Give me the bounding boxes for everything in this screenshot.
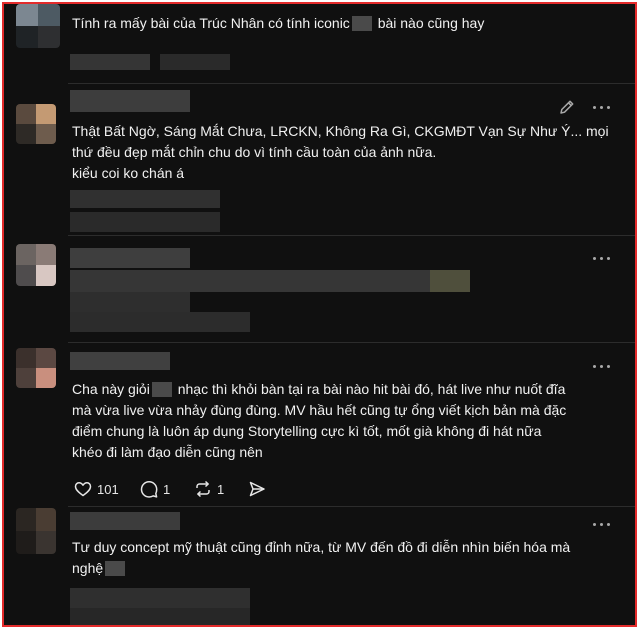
heart-icon (74, 482, 92, 497)
comment-text-part: Tính ra mấy bài của Trúc Nhân có tính ic… (72, 15, 350, 31)
comment-line: Cha này giỏi nhạc thì khỏi bàn tại ra bà… (72, 379, 566, 400)
comment-text: Tư duy concept mỹ thuật cũng đỉnh nữa, t… (72, 537, 570, 579)
divider (68, 83, 635, 84)
username-blurred[interactable] (70, 90, 190, 112)
comment-text: Cha này giỏi nhạc thì khỏi bàn tại ra bà… (72, 379, 566, 463)
blurred-content (70, 270, 430, 292)
share-icon (249, 481, 265, 497)
blurred-content (70, 190, 220, 208)
more-icon[interactable] (592, 103, 612, 113)
redacted-word (151, 382, 172, 397)
divider (68, 506, 635, 507)
comment-line: mà vừa live vừa nhảy đùng đùng. MV hầu h… (72, 402, 567, 418)
edit-pencil-icon[interactable] (558, 98, 576, 116)
screenshot-frame: Tính ra mấy bài của Trúc Nhân có tính ic… (2, 2, 637, 627)
reply-button[interactable]: 1 (140, 479, 170, 499)
blurred-content (430, 270, 470, 292)
comment-line: Tư duy concept mỹ thuật cũng đỉnh nữa, t… (72, 539, 571, 555)
divider (68, 342, 635, 343)
comment-line: điểm chung là luôn áp dụng Storytelling … (72, 423, 542, 439)
blurred-content (70, 54, 150, 70)
username-blurred[interactable] (70, 248, 190, 268)
comment-line: nghệ (72, 558, 570, 579)
comment-line: kiểu coi ko chán á (72, 165, 185, 181)
comment-text-part: nghệ (72, 560, 104, 576)
comment-text-part: bài nào cũng hay (373, 15, 485, 31)
comment-text: Thật Bất Ngờ, Sáng Mắt Chưa, LRCKN, Khôn… (72, 121, 609, 184)
blurred-content (70, 292, 190, 312)
more-icon[interactable] (592, 362, 612, 372)
avatar[interactable] (16, 4, 60, 48)
avatar[interactable] (16, 508, 56, 554)
comment-text-part: Cha này giỏi (72, 381, 150, 397)
like-count: 101 (97, 481, 119, 497)
blurred-content (160, 54, 230, 70)
username-blurred[interactable] (70, 512, 180, 530)
blurred-content (70, 312, 250, 332)
blurred-content (70, 588, 250, 608)
avatar[interactable] (16, 348, 56, 388)
blurred-content (70, 212, 220, 232)
repost-icon (196, 480, 210, 498)
comment-text: Tính ra mấy bài của Trúc Nhân có tính ic… (72, 13, 484, 34)
more-icon[interactable] (592, 254, 612, 264)
comment-line: Thật Bất Ngờ, Sáng Mắt Chưa, LRCKN, Khôn… (72, 123, 609, 139)
like-button[interactable]: 101 (74, 479, 119, 499)
comment-line: khéo đi làm đạo diễn cũng nên (72, 444, 263, 460)
comment-text-part: nhạc thì khỏi bàn tại ra bài nào hit bài… (173, 381, 566, 397)
blurred-content (70, 608, 250, 625)
username-blurred[interactable] (70, 352, 170, 370)
comment-icon (140, 481, 158, 498)
divider (68, 235, 635, 236)
redacted-word (105, 561, 126, 576)
repost-count: 1 (217, 481, 225, 497)
reply-count: 1 (163, 481, 171, 497)
repost-button[interactable]: 1 (194, 479, 224, 499)
comment-line: thứ đều đẹp mắt chỉn chu do vì tính cầu … (72, 144, 437, 160)
avatar[interactable] (16, 244, 56, 286)
more-icon[interactable] (592, 520, 612, 530)
redacted-word (351, 16, 372, 31)
share-button[interactable] (248, 479, 266, 499)
avatar[interactable] (16, 104, 56, 144)
